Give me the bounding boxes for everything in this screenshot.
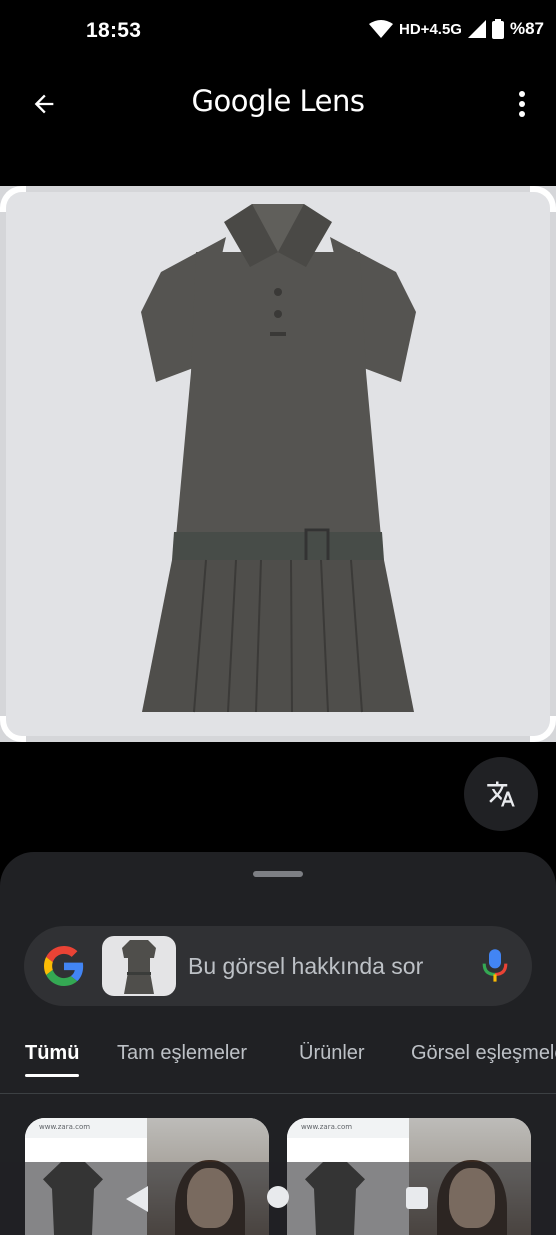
result-tabs: Tümü Tam eşlemeler Ürünler Görsel eşleşm…: [0, 1042, 556, 1092]
tab-products[interactable]: Ürünler: [299, 1042, 365, 1077]
system-nav-bar: [0, 1162, 556, 1235]
battery-percent: %87: [509, 19, 544, 38]
tab-visual-matches[interactable]: Görsel eşleşmeler: [411, 1042, 556, 1077]
status-icons: HD+4.5G %87: [369, 19, 544, 39]
search-input[interactable]: [188, 926, 446, 1006]
crop-corner-bottom-left[interactable]: [0, 716, 26, 742]
product-photo: [6, 192, 550, 736]
drag-handle[interactable]: [253, 871, 303, 877]
app-title: Google Lens: [191, 84, 365, 118]
nav-back-icon[interactable]: [126, 1186, 148, 1212]
nav-home-icon[interactable]: [267, 1186, 289, 1208]
dress-illustration: [141, 204, 416, 713]
tab-all[interactable]: Tümü: [25, 1042, 80, 1077]
app-bar: Google Lens: [0, 62, 556, 142]
tab-label: Tam eşlemeler: [117, 1042, 248, 1064]
tabs-divider: [0, 1093, 556, 1094]
network-type: HD+4.5G: [399, 20, 462, 38]
result-source: www.zara.com: [287, 1118, 409, 1138]
crop-corner-bottom-right[interactable]: [530, 716, 556, 742]
dress-thumbnail: [122, 940, 156, 994]
search-thumbnail[interactable]: [102, 936, 176, 996]
result-source: www.zara.com: [25, 1118, 147, 1138]
translate-icon: [487, 781, 515, 807]
tab-label: Görsel eşleşmeler: [411, 1042, 556, 1064]
search-image[interactable]: [0, 186, 556, 742]
status-bar: 18:53 HD+4.5G %87: [0, 0, 556, 62]
crop-corner-top-right[interactable]: [530, 186, 556, 212]
wifi-icon: [369, 20, 394, 38]
tab-label: Tümü: [25, 1042, 80, 1064]
translate-button[interactable]: [464, 757, 538, 831]
tab-exact-matches[interactable]: Tam eşlemeler: [117, 1042, 247, 1077]
more-vert-icon: [519, 91, 525, 117]
active-tab-indicator: [25, 1074, 80, 1077]
microphone-icon[interactable]: [480, 948, 510, 984]
google-g-icon: [44, 946, 84, 986]
tab-label: Ürünler: [299, 1042, 365, 1064]
crop-corner-top-left[interactable]: [0, 186, 26, 212]
signal-icon: [467, 20, 486, 38]
more-options-button[interactable]: [510, 82, 534, 126]
status-time: 18:53: [86, 19, 142, 42]
nav-recents-icon[interactable]: [406, 1187, 428, 1209]
search-bar[interactable]: [24, 926, 532, 1006]
battery-icon: [491, 19, 504, 39]
